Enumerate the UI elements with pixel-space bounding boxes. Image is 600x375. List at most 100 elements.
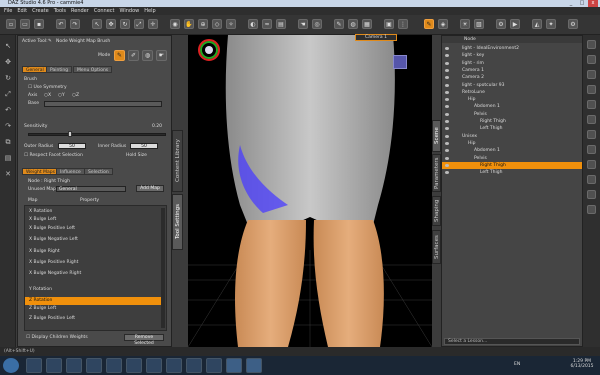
grid-icon[interactable]: ▦ <box>362 19 372 29</box>
move-icon[interactable]: ✥ <box>3 57 13 67</box>
taskbar-app-icon[interactable] <box>186 358 202 373</box>
paint-mode-button[interactable]: ✎ <box>114 50 125 61</box>
scene-tree-item[interactable]: Left Thigh <box>442 169 582 176</box>
rotate-icon[interactable]: ↻ <box>3 73 13 83</box>
scale-icon[interactable]: ⤢ <box>3 89 13 99</box>
copy-icon[interactable]: ⧉ <box>3 137 13 147</box>
tab-selection[interactable]: Selection <box>84 168 113 175</box>
scene-tree-item[interactable]: Camera 1 <box>442 67 582 74</box>
start-button[interactable] <box>3 358 19 373</box>
scene-tree-item[interactable]: Pelvis <box>442 155 582 162</box>
lock-icon[interactable] <box>587 70 596 79</box>
axis-y-radio[interactable]: ○Y <box>58 93 65 98</box>
scene-tree-item[interactable]: Abdomen 1 <box>442 103 582 110</box>
save-icon[interactable]: ▪ <box>34 19 44 29</box>
sensitivity-slider[interactable] <box>28 133 166 136</box>
menu-window[interactable]: Window <box>120 7 140 15</box>
scene-tree-item[interactable]: light - IdealEnvironment2 <box>442 45 582 52</box>
remove-selected-button[interactable]: Remove Selected <box>124 334 164 346</box>
list-item[interactable]: X Bulge Positive Right <box>29 259 169 267</box>
joint-icon[interactable]: ⊕ <box>198 19 208 29</box>
pin-icon[interactable] <box>587 40 596 49</box>
axis-z-radio[interactable]: ○Z <box>72 93 79 98</box>
visibility-eye-icon[interactable] <box>445 47 449 50</box>
maximize-button[interactable]: □ <box>577 0 587 7</box>
smooth-mode-button[interactable]: ✐ <box>128 50 139 61</box>
tab-general[interactable]: General <box>22 66 48 73</box>
outer-radius-field[interactable]: 50 <box>58 143 86 149</box>
visibility-eye-icon[interactable] <box>445 68 449 72</box>
display-children-checkbox[interactable]: ☐ Display Children Weights <box>26 335 88 340</box>
menu-render[interactable]: Render <box>71 7 89 15</box>
3d-viewport[interactable] <box>188 35 432 347</box>
visibility-eye-icon[interactable] <box>445 61 449 65</box>
visibility-eye-icon[interactable] <box>445 90 449 94</box>
unused-maps-dropdown[interactable]: General <box>56 186 126 192</box>
tab-influence[interactable]: Influence <box>56 168 85 175</box>
language-indicator[interactable]: EN <box>514 362 520 367</box>
wand-icon[interactable]: ✦ <box>546 19 556 29</box>
cube-icon[interactable]: ▣ <box>384 19 394 29</box>
geometry-icon[interactable]: ◇ <box>212 19 222 29</box>
group-icon[interactable] <box>587 160 596 169</box>
camera-icon[interactable] <box>587 100 596 109</box>
view-cube-icon[interactable] <box>393 55 407 69</box>
visibility-eye-icon[interactable] <box>445 134 449 138</box>
hand-icon[interactable]: ☚ <box>298 19 308 29</box>
visibility-eye-icon[interactable] <box>445 120 449 123</box>
list-item[interactable]: Y Rotation <box>29 286 169 294</box>
new-icon[interactable]: ▫ <box>6 19 16 29</box>
morph-icon[interactable]: ≈ <box>262 19 272 29</box>
list-item[interactable]: X Rotation <box>29 208 169 216</box>
layout-icon[interactable]: ⚙ <box>568 19 578 29</box>
visibility-eye-icon[interactable] <box>445 98 449 102</box>
visibility-eye-icon[interactable] <box>445 83 449 87</box>
universal-icon[interactable]: ✛ <box>148 19 158 29</box>
visibility-eye-icon[interactable] <box>445 112 449 116</box>
scene-tree-item[interactable]: Hip <box>442 140 582 147</box>
list-item[interactable]: Z Bulge Positive Left <box>29 315 169 323</box>
scene-tree-item[interactable]: RetroLune <box>442 89 582 96</box>
delete-icon[interactable] <box>587 175 596 184</box>
visibility-eye-icon[interactable] <box>445 141 449 145</box>
pose-icon[interactable]: ✋ <box>184 19 194 29</box>
list-item[interactable]: X Bulge Negative Left <box>29 236 169 244</box>
respect-facet-checkbox[interactable]: ☐ Respect Facet Selection <box>24 153 83 158</box>
tab-painting[interactable]: Painting <box>46 66 73 73</box>
list-item[interactable]: X Bulge Positive Left <box>29 225 169 233</box>
list-scrollbar[interactable] <box>161 208 165 328</box>
spot-render-icon[interactable]: ◭ <box>532 19 542 29</box>
tab-parameters[interactable]: Parameters <box>432 154 441 192</box>
scale-icon[interactable]: ⤢ <box>134 19 144 29</box>
tab-weight-maps[interactable]: Weight Maps <box>22 168 59 175</box>
spot-icon[interactable]: ◎ <box>312 19 322 29</box>
visibility-eye-icon[interactable] <box>445 163 449 167</box>
scene-tree-item[interactable]: Camera 2 <box>442 74 582 81</box>
list-item-selected[interactable]: Z Rotation <box>25 297 162 305</box>
blend-mode-button[interactable]: ◍ <box>142 50 153 61</box>
taskbar-app-icon[interactable] <box>86 358 102 373</box>
taskbar-app-icon[interactable] <box>26 358 42 373</box>
redo-icon[interactable]: ↷ <box>70 19 80 29</box>
select-icon[interactable]: ↖ <box>92 19 102 29</box>
brush-icon[interactable]: ✎ <box>334 19 344 29</box>
minimize-button[interactable]: _ <box>566 0 576 7</box>
tab-tool-settings[interactable]: Tool Settings <box>172 194 183 250</box>
rotate-icon[interactable]: ↻ <box>120 19 130 29</box>
axis-x-radio[interactable]: ○X <box>44 93 51 98</box>
sensitivity-knob[interactable] <box>68 131 72 137</box>
tab-surfaces[interactable]: Surfaces <box>432 230 441 264</box>
visibility-eye-icon[interactable] <box>445 105 449 109</box>
visibility-eye-icon[interactable] <box>445 156 449 160</box>
scene-tree-item[interactable]: light - spotcular 93 <box>442 82 582 89</box>
taskbar-app-icon[interactable] <box>46 358 62 373</box>
use-symmetry-checkbox[interactable]: ☐ Use Symmetry <box>28 85 67 90</box>
scene-tree-item[interactable]: Pelvis <box>442 111 582 118</box>
select-mode-button[interactable]: ☛ <box>156 50 167 61</box>
filter-icon[interactable] <box>587 85 596 94</box>
figure-icon[interactable] <box>587 130 596 139</box>
clock[interactable]: 1:29 PM 6/13/2015 <box>568 359 596 369</box>
menu-help[interactable]: Help <box>144 7 155 15</box>
list-item[interactable]: X Bulge Left <box>29 216 169 224</box>
scene-tree-item[interactable]: Right Thigh <box>442 161 582 169</box>
